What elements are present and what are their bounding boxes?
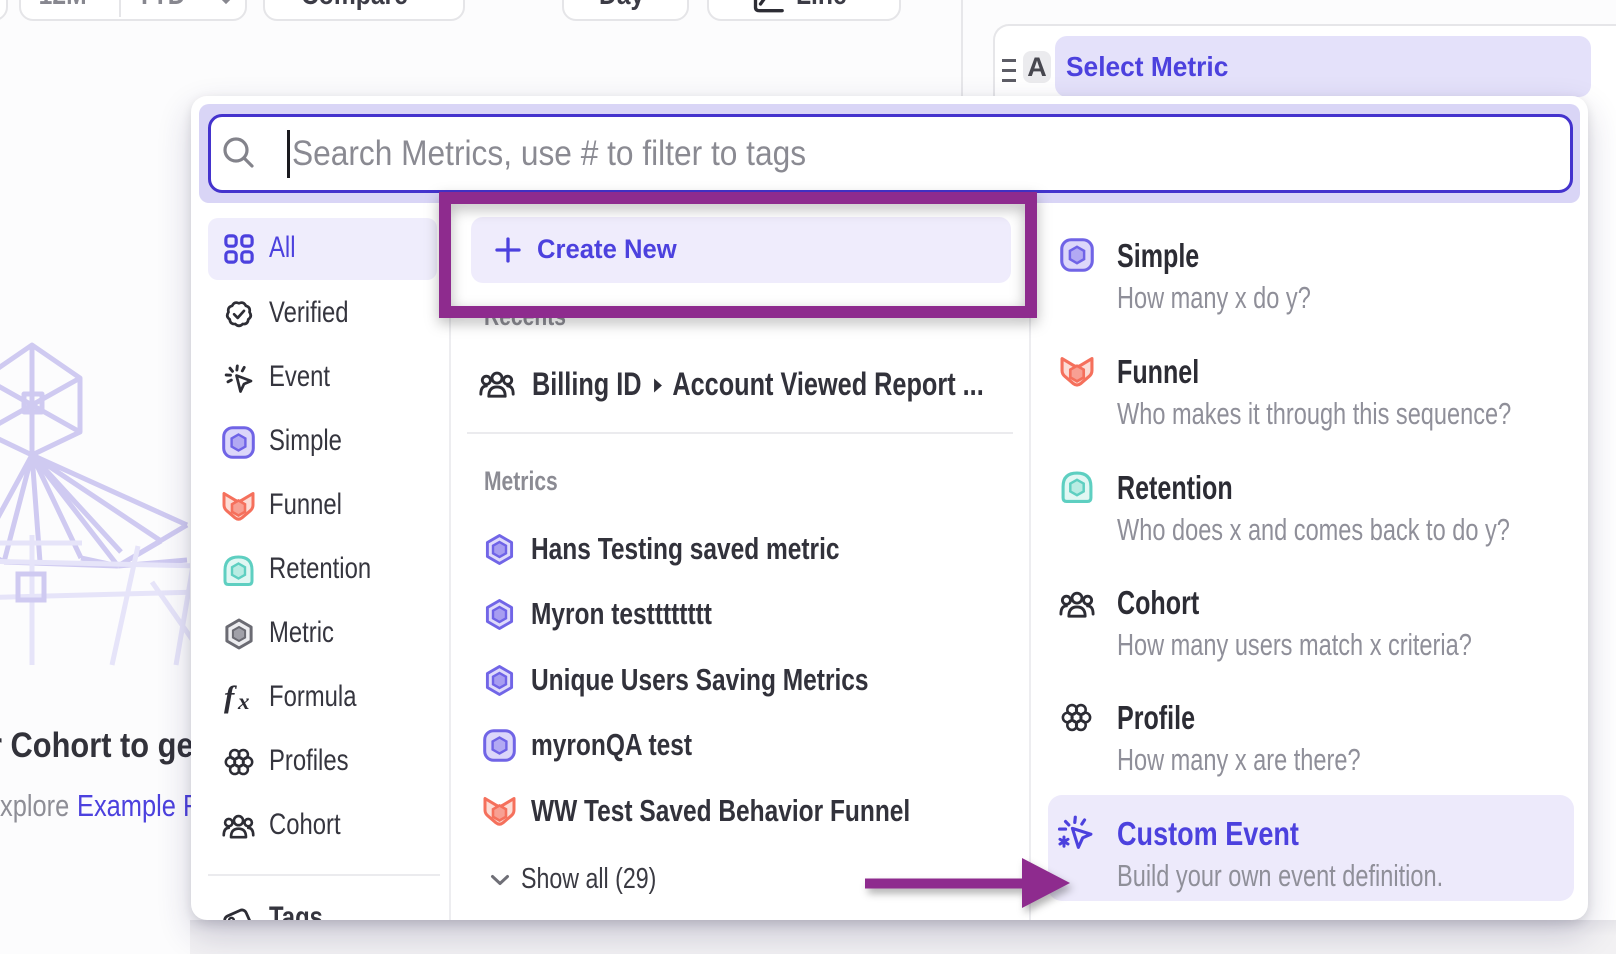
svg-text:f: f [224, 682, 237, 714]
svg-text:x: x [237, 689, 250, 714]
